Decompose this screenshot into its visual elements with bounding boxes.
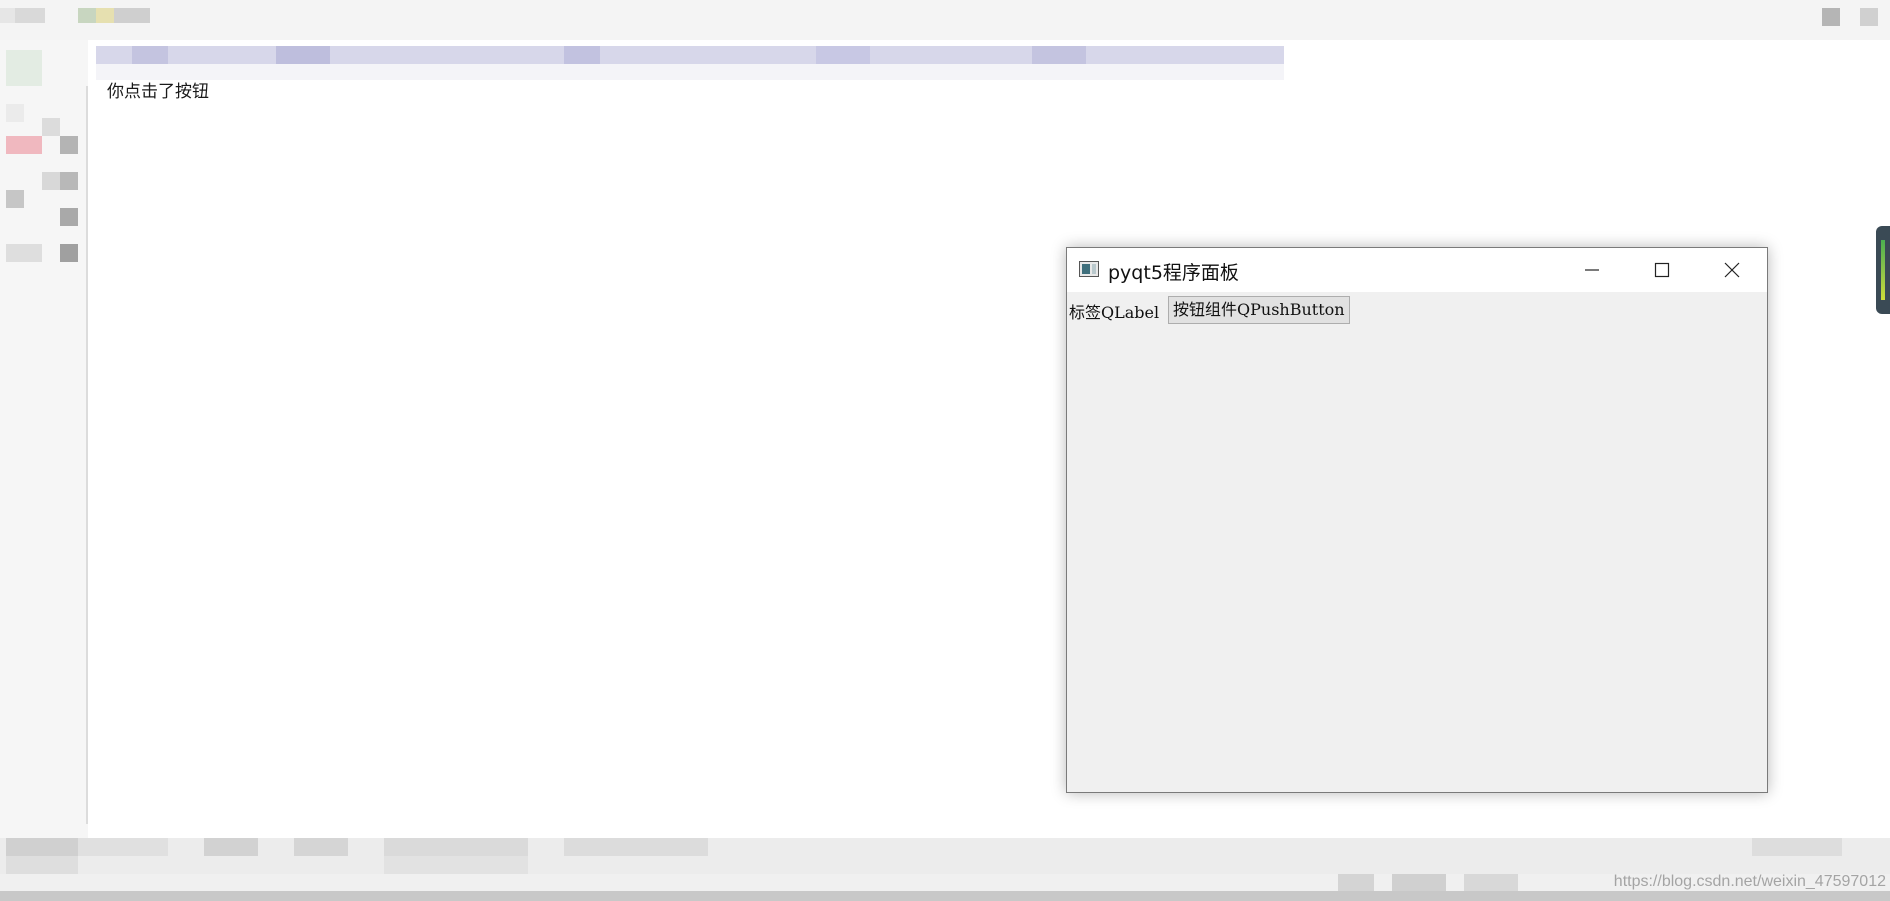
python-app-icon (1079, 261, 1099, 277)
pyqt-app-window: pyqt5程序面板 标签QLabel 按钮组件QPushButton (1066, 247, 1768, 793)
close-icon (1724, 262, 1740, 278)
ide-project-gutter-blurred (0, 40, 88, 838)
os-taskbar-edge (0, 891, 1890, 901)
watermark-text: https://blog.csdn.net/weixin_47597012 (1613, 873, 1886, 890)
minimize-icon (1585, 269, 1599, 271)
qpushbutton[interactable]: 按钮组件QPushButton (1168, 296, 1350, 324)
console-output-text: 你点击了按钮 (107, 82, 209, 102)
side-widget-handle[interactable] (1876, 226, 1890, 314)
minimize-button[interactable] (1557, 248, 1627, 292)
ide-status-bar-blurred (0, 874, 1890, 891)
desktop-screen: 你点击了按钮 https://blog.csdn.net/weixin_4759… (0, 0, 1890, 901)
ide-bottom-panel-blurred (0, 838, 1890, 874)
window-title: pyqt5程序面板 (1108, 262, 1239, 284)
ide-tab-strip-shadow (96, 64, 1284, 80)
qlabel: 标签QLabel (1069, 303, 1160, 322)
maximize-button[interactable] (1627, 248, 1697, 292)
editor-gutter-divider (86, 86, 88, 824)
window-titlebar[interactable]: pyqt5程序面板 (1067, 248, 1767, 292)
window-client-area: 标签QLabel 按钮组件QPushButton (1067, 292, 1767, 792)
ide-tab-strip-blurred (96, 46, 1284, 64)
maximize-icon (1654, 262, 1670, 278)
close-button[interactable] (1697, 248, 1767, 292)
ide-menubar-blurred (0, 0, 1890, 40)
